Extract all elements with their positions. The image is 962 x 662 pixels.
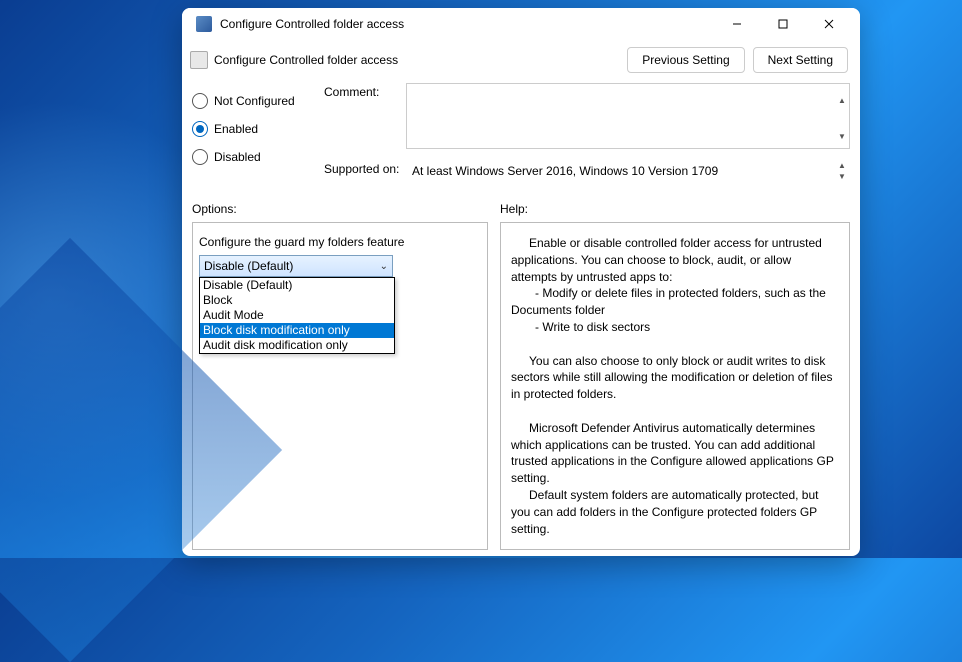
header-row: Configure Controlled folder access Previ… xyxy=(182,41,860,79)
help-bullet: - Modify or delete files in protected fo… xyxy=(511,285,839,319)
help-paragraph: Enable or disable controlled folder acce… xyxy=(511,235,839,285)
dropdown-option[interactable]: Disable (Default) xyxy=(200,278,394,293)
help-bullet: - Write to disk sectors xyxy=(511,319,839,336)
policy-title: Configure Controlled folder access xyxy=(214,53,627,67)
dropdown-option[interactable]: Audit Mode xyxy=(200,308,394,323)
scroll-up-icon[interactable]: ▲ xyxy=(834,83,850,119)
radio-label: Enabled xyxy=(214,122,258,136)
dropdown-value: Disable (Default) xyxy=(204,259,380,273)
chevron-down-icon: ⌄ xyxy=(380,261,388,272)
scroll-down-icon[interactable]: ▼ xyxy=(834,171,850,182)
minimize-button[interactable] xyxy=(714,8,760,40)
maximize-button[interactable] xyxy=(760,8,806,40)
help-paragraph: Microsoft Defender Antivirus automatical… xyxy=(511,420,839,487)
next-setting-button[interactable]: Next Setting xyxy=(753,47,848,73)
comment-textarea[interactable] xyxy=(406,83,850,149)
options-panel: Configure the guard my folders feature D… xyxy=(192,222,488,550)
policy-icon xyxy=(190,51,208,69)
help-panel: Enable or disable controlled folder acce… xyxy=(500,222,850,550)
options-header: Options: xyxy=(192,202,488,216)
window-title: Configure Controlled folder access xyxy=(220,17,714,31)
feature-label: Configure the guard my folders feature xyxy=(199,235,481,249)
help-paragraph: You can also choose to only block or aud… xyxy=(511,353,839,403)
state-radio-group: Not Configured Enabled Disabled xyxy=(192,83,314,188)
radio-circle-icon xyxy=(192,149,208,165)
help-header: Help: xyxy=(500,202,528,216)
radio-not-configured[interactable]: Not Configured xyxy=(192,87,314,115)
radio-enabled[interactable]: Enabled xyxy=(192,115,314,143)
supported-on-label: Supported on: xyxy=(324,160,406,182)
dropdown-option[interactable]: Block disk modification only xyxy=(200,323,394,338)
dropdown-option[interactable]: Block xyxy=(200,293,394,308)
radio-circle-icon xyxy=(192,93,208,109)
supported-on-value: At least Windows Server 2016, Windows 10… xyxy=(406,160,850,182)
scroll-up-icon[interactable]: ▲ xyxy=(834,160,850,171)
radio-disabled[interactable]: Disabled xyxy=(192,143,314,171)
previous-setting-button[interactable]: Previous Setting xyxy=(627,47,744,73)
scroll-down-icon[interactable]: ▼ xyxy=(834,119,850,155)
feature-dropdown[interactable]: Disable (Default) ⌄ xyxy=(199,255,393,277)
window-app-icon xyxy=(196,16,212,32)
settings-dialog-window: Configure Controlled folder access Confi… xyxy=(182,8,860,556)
radio-label: Disabled xyxy=(214,150,261,164)
help-paragraph: Default system folders are automatically… xyxy=(511,487,839,537)
comment-label: Comment: xyxy=(324,83,406,154)
close-button[interactable] xyxy=(806,8,852,40)
window-controls xyxy=(714,8,852,40)
feature-dropdown-list: Disable (Default)BlockAudit ModeBlock di… xyxy=(199,277,395,354)
radio-label: Not Configured xyxy=(214,94,295,108)
radio-circle-icon xyxy=(192,121,208,137)
dropdown-option[interactable]: Audit disk modification only xyxy=(200,338,394,353)
title-bar: Configure Controlled folder access xyxy=(182,8,860,41)
